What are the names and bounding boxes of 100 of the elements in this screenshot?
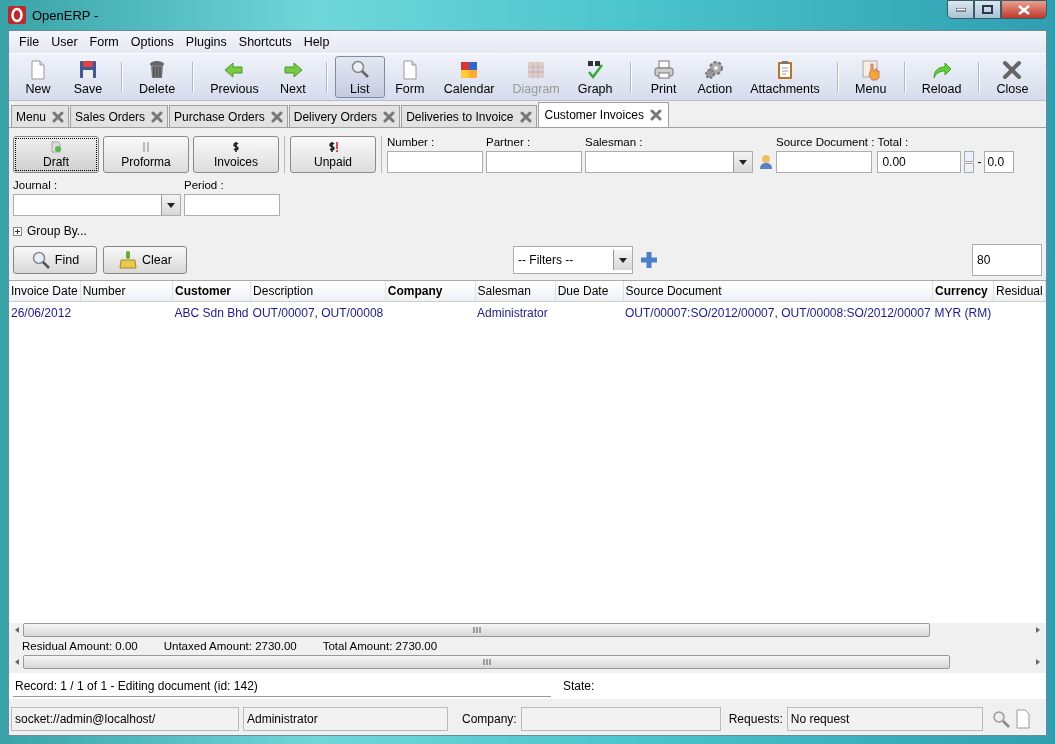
toolbar-button[interactable]: Menu xyxy=(845,56,896,98)
input-field[interactable]: 0.00 xyxy=(877,151,962,173)
dollar-icon xyxy=(231,140,241,153)
limit-field[interactable]: 80 xyxy=(972,244,1042,276)
dropdown-field[interactable] xyxy=(13,194,181,216)
input-field[interactable] xyxy=(486,151,582,173)
menu-item[interactable]: Help xyxy=(297,33,336,51)
printer-icon xyxy=(652,59,675,81)
column-header[interactable]: Description xyxy=(250,281,386,302)
user-status: Administrator xyxy=(243,707,448,731)
gear-icon xyxy=(703,59,726,81)
filters-dropdown[interactable]: -- Filters -- xyxy=(513,246,633,274)
page-icon[interactable] xyxy=(1014,709,1031,729)
column-header[interactable]: Invoice Date xyxy=(9,281,81,302)
tab[interactable]: Purchase Orders xyxy=(169,105,288,127)
arrow-right-icon[interactable] xyxy=(1034,658,1042,666)
total-amount: Residual Amount: 0.00 xyxy=(22,640,138,652)
toolbar-button[interactable]: Graph xyxy=(568,56,622,98)
column-header[interactable]: Currency xyxy=(932,281,994,302)
toolbar-button[interactable]: Attachments xyxy=(741,56,829,98)
arrow-right-icon[interactable] xyxy=(1034,626,1042,634)
table-cell: 26/06/2012 xyxy=(9,301,81,324)
toolbar-button[interactable]: Close xyxy=(987,56,1038,98)
arrow-left-icon[interactable] xyxy=(13,658,21,666)
column-header[interactable]: Number xyxy=(80,281,173,302)
filter-button[interactable]: Draft xyxy=(13,136,99,173)
toolbar-button[interactable]: New xyxy=(13,56,63,98)
toolbar-button[interactable]: Next xyxy=(267,56,318,98)
expand-toggle[interactable] xyxy=(13,226,22,236)
column-header[interactable]: Source Document xyxy=(623,281,933,302)
caret-icon xyxy=(619,257,627,263)
toolbar-button[interactable]: Print xyxy=(638,56,689,98)
column-header[interactable]: Customer xyxy=(172,281,251,302)
close-icon[interactable] xyxy=(151,110,164,123)
caret-icon xyxy=(167,202,175,208)
menu-item[interactable]: User xyxy=(45,33,84,51)
input-field[interactable] xyxy=(184,194,280,216)
tab[interactable]: Sales Orders xyxy=(70,105,169,127)
filter-button[interactable]: Invoices xyxy=(193,136,279,173)
toolbar-button[interactable]: Calendar xyxy=(434,56,504,98)
column-header[interactable]: Salesman xyxy=(475,281,556,302)
close-button[interactable] xyxy=(1001,0,1047,19)
field-label: Partner : xyxy=(486,136,532,148)
company-label: Company: xyxy=(462,712,517,726)
input-field[interactable] xyxy=(387,151,483,173)
clear-button[interactable]: Clear xyxy=(103,246,187,274)
toolbar-button[interactable]: Action xyxy=(688,56,742,98)
input-field[interactable] xyxy=(776,151,872,173)
column-header[interactable]: Due Date xyxy=(555,281,624,302)
find-button[interactable]: Find xyxy=(13,246,97,274)
connection-status: socket://admin@localhost/ xyxy=(11,707,239,731)
maximize-icon xyxy=(982,5,993,14)
tab[interactable]: Deliveries to Invoice xyxy=(401,105,537,127)
requests-label: Requests: xyxy=(728,712,783,726)
menu-item[interactable]: File xyxy=(13,33,46,51)
arrow-right-icon xyxy=(281,59,304,81)
person-icon[interactable] xyxy=(759,154,773,170)
total-amount: Untaxed Amount: 2730.00 xyxy=(163,640,297,652)
total-amount: Total Amount: 2730.00 xyxy=(322,640,438,652)
close-icon[interactable] xyxy=(270,110,283,123)
toolbar-button[interactable]: Save xyxy=(63,56,113,98)
input-field[interactable]: 0.0 xyxy=(984,151,1015,173)
close-icon[interactable] xyxy=(649,109,662,121)
minimize-button[interactable] xyxy=(947,0,974,19)
group-by-label: Group By... xyxy=(27,224,87,238)
table-cell: OUT/00007, OUT/00008 xyxy=(250,301,386,324)
toolbar-button[interactable]: Form xyxy=(384,56,435,98)
menu-item[interactable]: Options xyxy=(124,33,180,51)
dropdown-field[interactable] xyxy=(585,151,753,173)
plus-icon[interactable] xyxy=(639,250,659,270)
page-icon xyxy=(50,140,62,153)
toolbar-button[interactable]: Previous xyxy=(201,56,268,98)
column-header[interactable]: Residual xyxy=(993,281,1046,302)
table-cell: MYR (RM) xyxy=(932,301,994,324)
tab[interactable]: Delivery Orders xyxy=(288,105,401,127)
filter-button[interactable]: Proforma xyxy=(103,136,189,173)
bars-icon xyxy=(141,140,151,153)
search-icon xyxy=(30,250,51,270)
menu-item[interactable]: Form xyxy=(83,33,125,51)
tab[interactable]: Customer Invoices xyxy=(537,102,669,127)
minimize-icon xyxy=(955,7,966,12)
toolbar-button[interactable]: Delete xyxy=(130,56,185,98)
arrow-left-icon[interactable] xyxy=(13,626,21,634)
maximize-button[interactable] xyxy=(974,0,1001,19)
filter-button[interactable]: Unpaid xyxy=(290,136,376,173)
toolbar-button[interactable]: List xyxy=(334,56,385,98)
menu-item[interactable]: Shortcuts xyxy=(232,33,298,51)
spin-control[interactable] xyxy=(964,151,975,173)
close-icon[interactable] xyxy=(52,110,65,123)
field-label: Journal : xyxy=(13,179,59,191)
tab[interactable]: Menu xyxy=(11,105,70,127)
field-label: Period : xyxy=(184,179,225,191)
menu-item[interactable]: Plugins xyxy=(179,33,233,51)
search-icon[interactable] xyxy=(990,709,1011,729)
column-header[interactable]: Company xyxy=(385,281,476,302)
dollar-icon xyxy=(327,140,339,153)
close-icon[interactable] xyxy=(383,110,396,123)
toolbar-button[interactable]: Reload xyxy=(912,56,971,98)
close-icon[interactable] xyxy=(519,110,532,123)
record-info: Record: 1 / 1 of 1 - Editing document (id: 142) xyxy=(13,675,551,697)
